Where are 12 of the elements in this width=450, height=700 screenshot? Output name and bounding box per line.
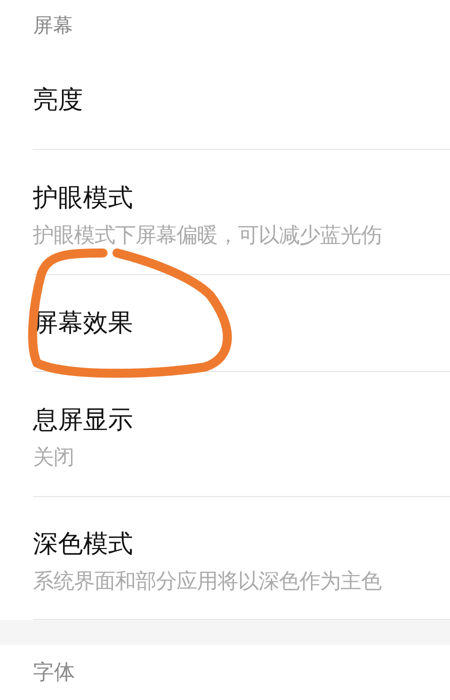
item-title: 亮度 [33, 84, 83, 116]
settings-item[interactable]: 息屏显示 关闭 [33, 372, 450, 497]
item-title: 息屏显示 [33, 404, 133, 436]
item-subtitle: 系统界面和部分应用将以深色作为主色 [33, 568, 382, 595]
item-subtitle: 关闭 [33, 444, 74, 471]
settings-item[interactable]: 护眼模式 护眼模式下屏幕偏暖，可以减少蓝光伤 [33, 150, 450, 275]
item-title: 深色模式 [33, 528, 133, 560]
item-title: 护眼模式 [33, 182, 133, 214]
section-header: 字体 [32, 658, 76, 686]
settings-item[interactable]: 亮度 [33, 50, 450, 150]
section-header: 屏幕 [32, 12, 74, 39]
item-subtitle: 护眼模式下屏幕偏暖，可以减少蓝光伤 [33, 222, 382, 249]
